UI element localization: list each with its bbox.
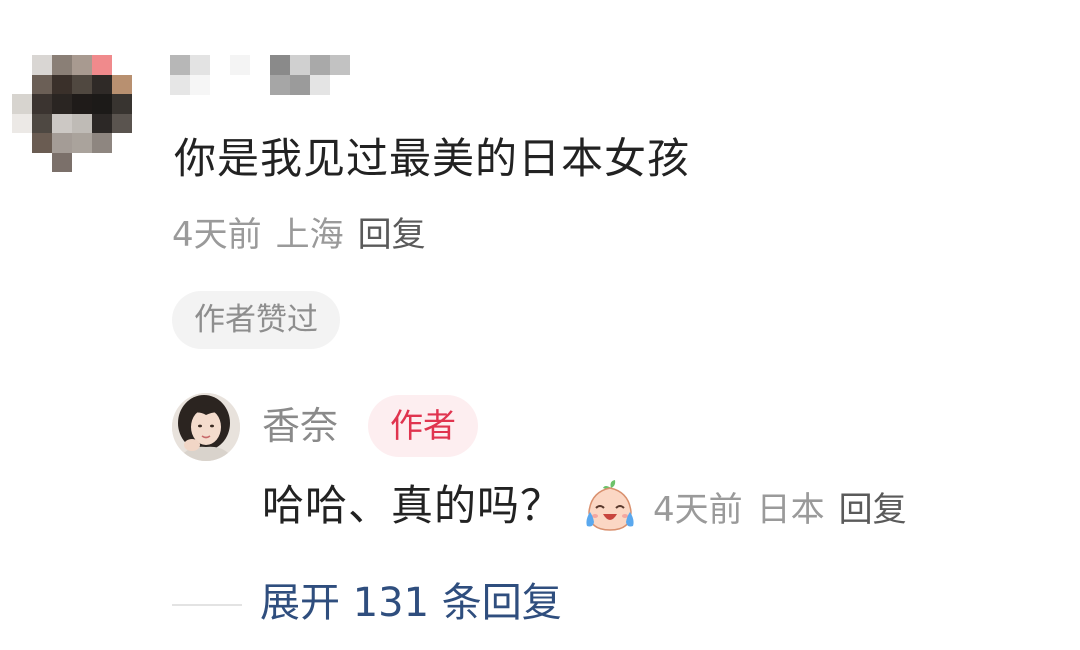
avatar-mosaic-cell bbox=[112, 113, 132, 133]
avatar-mosaic-cell bbox=[72, 94, 92, 114]
username-mosaic-cell bbox=[310, 75, 330, 95]
avatar-mosaic-cell bbox=[52, 94, 72, 114]
author-reply-meta: 4天前 日本 回复 bbox=[653, 482, 907, 531]
avatar-mosaic-cell bbox=[12, 55, 32, 75]
author-badge: 作者 bbox=[368, 395, 478, 457]
author-name[interactable]: 香奈 bbox=[262, 402, 338, 450]
avatar-mosaic-cell bbox=[92, 94, 112, 114]
avatar-mosaic-cell bbox=[72, 113, 92, 133]
avatar-mosaic-cell bbox=[12, 94, 32, 114]
username-mosaic-cell bbox=[270, 75, 290, 95]
avatar-mosaic-cell bbox=[72, 74, 92, 94]
username-mosaic-cell bbox=[210, 75, 230, 95]
avatar-mosaic-cell bbox=[32, 113, 52, 133]
username-mosaic-cell bbox=[170, 75, 190, 95]
author-reply-location: 日本 bbox=[756, 489, 825, 530]
avatar-mosaic-cell bbox=[92, 74, 112, 94]
avatar-mosaic-cell bbox=[92, 152, 112, 172]
avatar-mosaic-cell bbox=[32, 152, 52, 172]
username-mosaic-cell bbox=[330, 75, 350, 95]
username-mosaic-cell bbox=[250, 75, 270, 95]
avatar-mosaic-cell bbox=[52, 55, 72, 75]
username-mosaic-cell bbox=[290, 75, 310, 95]
avatar-mosaic-cell bbox=[72, 152, 92, 172]
avatar-mosaic-cell bbox=[12, 152, 32, 172]
username-mosaic-cell bbox=[190, 75, 210, 95]
avatar-mosaic-cell bbox=[112, 133, 132, 153]
author-avatar[interactable] bbox=[172, 393, 240, 461]
username-mosaic-cell bbox=[190, 55, 210, 75]
username-mosaic-cell bbox=[230, 55, 250, 75]
avatar-mosaic-cell bbox=[52, 74, 72, 94]
avatar-mosaic-cell bbox=[112, 152, 132, 172]
crying-laughing-emoji-icon bbox=[581, 478, 639, 534]
author-reply-text: 哈哈、真的吗？ bbox=[262, 481, 564, 530]
author-liked-tag: 作者赞过 bbox=[172, 291, 340, 349]
avatar-mosaic-cell bbox=[12, 133, 32, 153]
avatar-mosaic-cell bbox=[112, 55, 132, 75]
avatar-mosaic-cell bbox=[92, 55, 112, 75]
avatar-mosaic-cell bbox=[32, 94, 52, 114]
comment-reply-button[interactable]: 回复 bbox=[358, 215, 426, 255]
author-reply: 哈哈、真的吗？ 4天前 日本 回复 bbox=[262, 478, 907, 534]
avatar-mosaic-cell bbox=[32, 74, 52, 94]
avatar-mosaic-cell bbox=[12, 113, 32, 133]
avatar-mosaic-cell bbox=[112, 74, 132, 94]
avatar-mosaic-cell bbox=[12, 74, 32, 94]
username-mosaic-cell bbox=[290, 55, 310, 75]
comment-meta: 4天前 上海 回复 bbox=[172, 213, 426, 257]
username-mosaic-cell bbox=[310, 55, 330, 75]
username-mosaic-cell bbox=[250, 55, 270, 75]
comment-location: 上海 bbox=[275, 215, 344, 255]
username-mosaic-cell bbox=[330, 55, 350, 75]
commenter-avatar[interactable] bbox=[12, 55, 132, 173]
avatar-mosaic-cell bbox=[92, 113, 112, 133]
comment-text: 你是我见过最美的日本女孩 bbox=[174, 134, 691, 183]
avatar-mosaic-cell bbox=[52, 113, 72, 133]
avatar-mosaic-cell bbox=[72, 133, 92, 153]
username-mosaic-cell bbox=[230, 75, 250, 95]
username-mosaic-cell bbox=[210, 55, 230, 75]
expand-replies-button[interactable]: 展开 131 条回复 bbox=[260, 577, 562, 629]
comment-time: 4天前 bbox=[172, 215, 262, 255]
username-mosaic-cell bbox=[270, 55, 290, 75]
avatar-mosaic-cell bbox=[92, 133, 112, 153]
author-reply-button[interactable]: 回复 bbox=[839, 490, 907, 530]
expand-divider bbox=[172, 604, 242, 606]
avatar-mosaic-cell bbox=[32, 133, 52, 153]
commenter-username-blurred[interactable] bbox=[170, 55, 350, 95]
author-avatar-image bbox=[172, 393, 240, 461]
avatar-mosaic-cell bbox=[32, 55, 52, 75]
avatar-mosaic-cell bbox=[112, 94, 132, 114]
username-mosaic-cell bbox=[170, 55, 190, 75]
avatar-mosaic-cell bbox=[52, 152, 72, 172]
avatar-mosaic-cell bbox=[52, 133, 72, 153]
author-reply-time: 4天前 bbox=[653, 489, 743, 530]
avatar-mosaic-cell bbox=[72, 55, 92, 75]
